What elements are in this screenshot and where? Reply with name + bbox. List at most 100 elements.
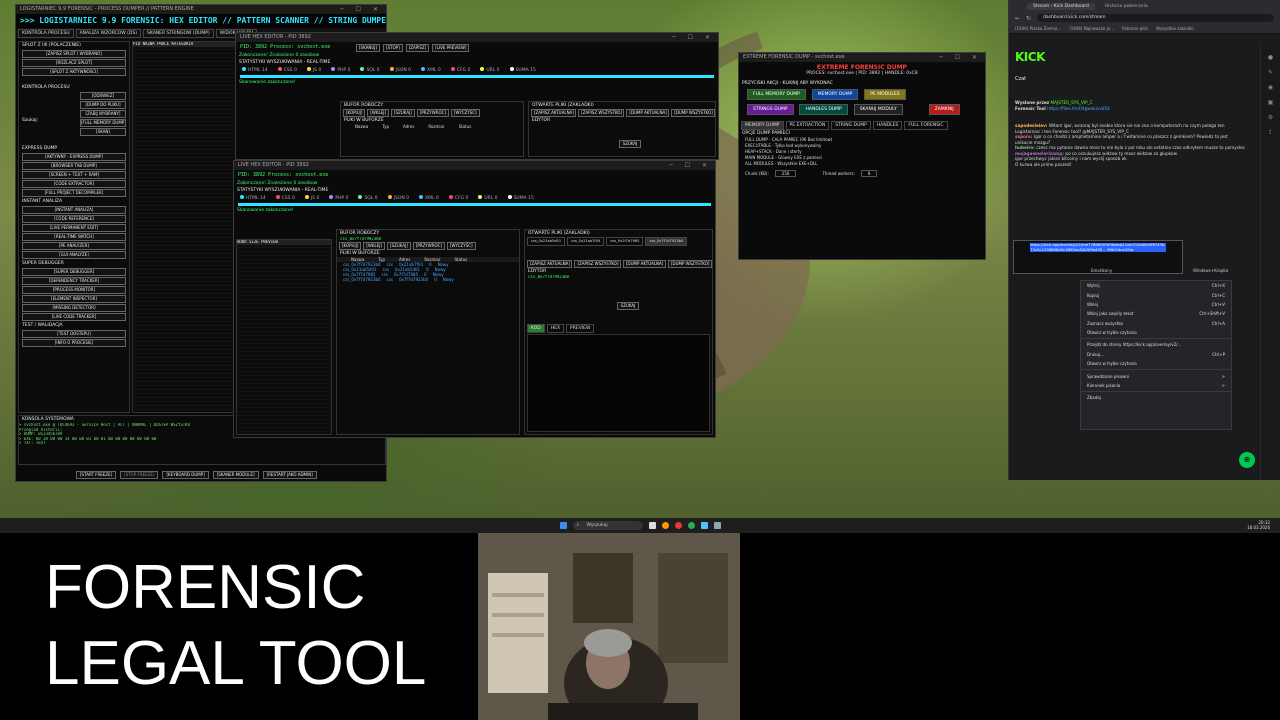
restore-button[interactable]: [PRZYWROC] [416,109,449,117]
ctx-reading-mode[interactable]: Otworz w trybie czytania [1081,328,1231,337]
window-controls[interactable]: ─ ☐ ✕ [672,33,715,42]
restore-button[interactable]: [PRZYWROC] [412,241,445,250]
chat-icon[interactable]: ▣ [1261,99,1280,106]
scan-button[interactable]: [SKANUJ] [356,44,381,52]
tab-string-scanner[interactable]: SKANER STRINGOW (DUMP) [143,29,214,38]
live-permanent-edit-button[interactable]: [LIVE PERMANENT EDIT] [22,224,126,232]
save-splot-button[interactable]: [ZAPISZ SPLOT I WYBRANO] [22,50,126,58]
tab-pattern-analysis[interactable]: ANALIZA WZORCOW (DS) [75,29,141,38]
bookmark[interactable]: Pobrane pliki [1122,26,1148,31]
profile-icon[interactable]: ● [1261,54,1280,61]
clear-button[interactable]: [WYCZYSC] [450,109,480,117]
kill-selected-button[interactable]: [ZABIJ WYBRANY] [80,110,126,118]
app-icon[interactable] [674,522,682,529]
screen-text-ram-button[interactable]: [SCREEN + TEXT + RAM] [22,171,126,179]
paste-button[interactable]: [WKLEJ] [363,241,386,250]
tab-handles[interactable]: HANDLES [872,121,903,130]
live-code-tracker-button[interactable]: [LIVE CODE TRACKER] [22,313,126,321]
store-icon[interactable] [700,522,708,529]
stop-button[interactable]: [STOP] [383,44,403,52]
element-inspector-button[interactable]: [ELEMENT INSPECTOR] [22,295,126,303]
back-icon[interactable]: ← [1015,15,1020,22]
scan-button[interactable]: [SKAN] [80,128,126,136]
tab-pe-extraction[interactable]: PE EXTRACTION [785,121,830,130]
tab-full-forensic[interactable]: FULL FORENSIC [904,121,948,130]
windows-start-icon[interactable] [559,522,567,529]
keyboard-dump-button[interactable]: [KEYBOARD DUMP] [162,471,209,479]
pencil-icon[interactable]: ✎ [1261,69,1280,76]
hex-dump-view[interactable]: ADDR SIZE PREVIEW [236,239,332,435]
file-tab[interactable]: css_0x21ab5d01 [527,237,566,246]
browser-tab-dump-button[interactable]: [BROWSER TAB DUMP] [22,162,126,170]
restart-admin-button[interactable]: [RESTART JAKO ADMIN] [262,471,317,479]
missing-detector-button[interactable]: [MISSING DETECTOR] [22,304,126,312]
save-button[interactable]: [ZAPISZ] [405,44,430,52]
disconnect-splot-button[interactable]: [ROZLACZ SPLOT] [22,59,126,67]
window-controls[interactable]: ─ ☐ ✕ [939,53,982,62]
dump-all-button[interactable]: [DUMP WSZYSTKO] [667,260,712,268]
ctx-writing-direction[interactable]: Kierunek pisania > [1081,381,1231,390]
search-button[interactable]: SZUKAJ [619,140,641,148]
stop-freeze-button[interactable]: [STOP FREEZE] [120,471,159,479]
browser-tab-downloads[interactable]: Historia pobierania [1099,3,1154,10]
splot-activity-button[interactable]: [SPLOT Z AKTYWNOSCI] [22,68,126,76]
process-info-button[interactable]: [INFO O PROCESIE] [22,339,126,347]
chunk-input[interactable]: 256 [774,170,797,177]
tab-code[interactable]: KOD [527,324,545,333]
process-list[interactable]: PID NAZWA PROCE KATEGORIA [132,41,236,413]
browser-tab-kick[interactable]: Stream - Kick Dashboard [1027,2,1095,10]
code-reference-button[interactable]: [CODE-REFERENCE] [22,215,126,223]
file-tab[interactable]: css_0x2f7d7985 [606,237,644,246]
ctx-inspect[interactable]: Zbadaj [1081,393,1231,402]
live-preview-button[interactable]: [LIVE PREVIEW] [432,44,470,52]
super-debugger-button[interactable]: [SUPER DEBUGGER] [22,268,126,276]
code-view[interactable] [527,334,710,432]
real-time-watch-button[interactable]: [REAL-TIME WATCH] [22,233,126,241]
ctx-paste[interactable]: Wklej Ctrl+V [1081,300,1231,309]
reload-icon[interactable]: ↻ [1026,15,1031,22]
search-button[interactable]: [SZUKAJ] [387,241,411,250]
pe-analyzer-button[interactable]: [PE ANALYZER] [22,242,126,250]
full-project-decompiler-button[interactable]: [FULL PROJECT DECOMPILER] [22,189,126,197]
save-all-button[interactable]: [ZAPISZ WSZYSTKO] [578,109,625,117]
strings-dump-button[interactable]: STRINGS DUMP [747,104,794,115]
full-memory-dump-button[interactable]: [FULL MEMORY DUMP] [80,119,126,127]
express-dump-button[interactable]: [AKTYWNY - EXPRESS DUMP] [22,153,126,161]
firefox-icon[interactable] [661,522,669,529]
threads-input[interactable]: 8 [860,170,878,177]
settings-icon[interactable] [713,522,721,529]
share-icon[interactable]: ⇪ [1261,129,1280,136]
process-monitor-button[interactable]: [PROCESS MONITOR] [22,286,126,294]
search-button[interactable]: [SZUKAJ] [391,109,415,117]
option-all-modules[interactable]: ALL MODULES - Wszystkie EXE+DLL [745,161,985,167]
clear-button[interactable]: [WYCZYSC] [446,241,476,250]
file-tab[interactable]: css_0x21ab7f04 [567,237,605,246]
copy-button[interactable]: [KOPIUJ] [339,241,362,250]
pe-modules-button[interactable]: PE MODULES [864,89,906,100]
ctx-reading-mode-2[interactable]: Otworz w trybie czytania [1081,359,1231,368]
handles-dump-button[interactable]: HANDLES DUMP [799,104,848,115]
ctx-print[interactable]: Drukuj... Ctrl+P [1081,350,1231,359]
bookmark[interactable]: Wszystkie zakladki [1156,26,1194,31]
ctx-spellcheck[interactable]: Sprawdzanie pisowni > [1081,371,1231,380]
kick-logo[interactable]: KICK [1015,50,1045,64]
start-freeze-button[interactable]: [START FREEZE] [76,471,117,479]
chrome-icon[interactable] [687,522,695,529]
task-view-icon[interactable] [648,522,656,529]
taskbar-search[interactable]: ⌕ Wyszukaj [572,521,643,530]
save-current-button[interactable]: [ZAPISZ AKTUALNA] [531,109,577,117]
buffer-table-row[interactable]: css_0x7f7d7923b0 css 0x7f7d7923b0 0 Nowy [337,277,519,282]
save-all-button[interactable]: [ZAPISZ WSZYSTKO] [574,260,621,268]
dump-current-button[interactable]: [DUMP AKTUALNA] [622,260,666,268]
scan-modules-button[interactable]: SKANUJ MODULY [853,104,903,115]
full-memory-dump-button[interactable]: FULL MEMORY DUMP [747,89,806,100]
tab-process-control[interactable]: KONTROLA PROCESU [18,29,74,38]
address-bar[interactable]: dashboard.kick.com/stream [1037,14,1274,22]
dump-all-button[interactable]: [DUMP WSZYSTKO] [671,109,715,117]
kick-app-icon[interactable]: ⊕ [1239,452,1255,468]
gui-analyze-button[interactable]: [GUI ANALYZE] [22,251,126,259]
dump-to-file-button[interactable]: [DUMP DO PLIKU] [80,101,126,109]
tab-preview[interactable]: PREVIEW [566,324,595,333]
paste-button[interactable]: [WKLEJ] [367,109,390,117]
window-controls[interactable]: ─ ☐ ✕ [669,161,712,170]
